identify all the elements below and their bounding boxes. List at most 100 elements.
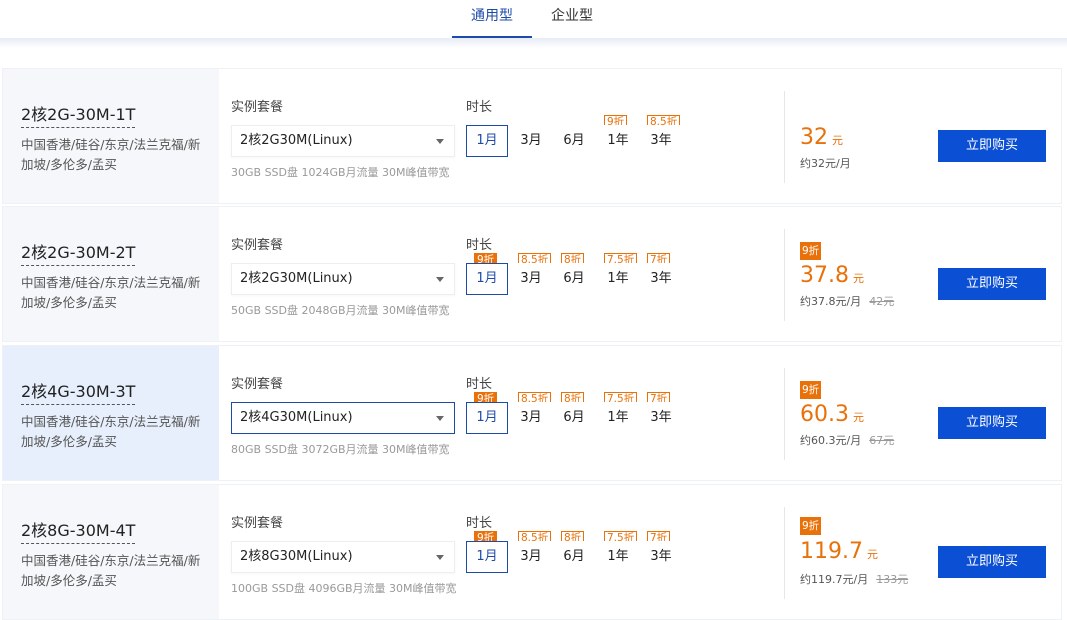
- duration-1y[interactable]: 1年: [597, 263, 639, 295]
- original-price: 133元: [876, 573, 909, 586]
- price-per-month: 约32元/月: [800, 155, 851, 171]
- original-price: 42元: [869, 295, 895, 308]
- tab-general-label: 通用型: [471, 8, 513, 24]
- price: 32 元: [800, 125, 843, 150]
- package-select-value: 2核2G30M(Linux): [240, 133, 353, 148]
- per-month-text: 约32元/月: [800, 157, 851, 170]
- duration-6m[interactable]: 6月: [553, 125, 595, 157]
- duration-3m[interactable]: 3月: [510, 541, 552, 573]
- duration-1y[interactable]: 1年: [597, 541, 639, 573]
- plan-title: 2核2G-30M-1T: [21, 101, 136, 128]
- duration-3y[interactable]: 3年: [640, 263, 682, 295]
- tab-enterprise-label: 企业型: [551, 8, 593, 24]
- duration-1m[interactable]: 1月: [466, 125, 508, 157]
- tabs-bar: 通用型 企业型: [0, 0, 1067, 38]
- tabs-shadow: [0, 38, 1067, 48]
- package-label: 实例套餐: [231, 100, 284, 115]
- package-select-value: 2核8G30M(Linux): [240, 549, 353, 564]
- plan-regions: 中国香港/硅谷/东京/法兰克福/新加坡/多伦多/孟买: [21, 553, 201, 588]
- chevron-down-icon: [436, 277, 444, 282]
- discount-badge: 9折: [800, 517, 822, 535]
- duration-3m[interactable]: 3月: [510, 263, 552, 295]
- divider: [784, 368, 785, 460]
- package-select[interactable]: 2核4G30M(Linux): [231, 402, 455, 434]
- plan-regions: 中国香港/硅谷/东京/法兰克福/新加坡/多伦多/孟买: [21, 414, 201, 449]
- tab-general[interactable]: 通用型: [452, 0, 532, 38]
- price-unit: 元: [832, 134, 843, 147]
- divider: [784, 507, 785, 599]
- duration-6m[interactable]: 6月: [553, 541, 595, 573]
- package-select-value: 2核2G30M(Linux): [240, 271, 353, 286]
- chevron-down-icon: [436, 416, 444, 421]
- duration-3y[interactable]: 3年: [640, 125, 682, 157]
- plan-card-3: 2核4G-30M-3T 中国香港/硅谷/东京/法兰克福/新加坡/多伦多/孟买 实…: [2, 345, 1062, 481]
- price-value: 60.3: [800, 402, 849, 427]
- discount-badge: 9折: [800, 381, 822, 399]
- per-month-text: 约60.3元/月: [800, 434, 862, 447]
- per-month-text: 约119.7元/月: [800, 573, 869, 586]
- duration-options: 1月 3月 6月 1年 3年: [466, 402, 682, 434]
- plan-spec: 30GB SSD盘 1024GB月流量 30M峰值带宽: [231, 166, 450, 179]
- buy-button[interactable]: 立即购买: [938, 546, 1046, 578]
- package-label: 实例套餐: [231, 377, 284, 392]
- price-per-month: 约60.3元/月 67元: [800, 432, 894, 448]
- divider: [784, 229, 785, 321]
- price-per-month: 约119.7元/月 133元: [800, 571, 908, 587]
- duration-1m[interactable]: 1月: [466, 263, 508, 295]
- plan-spec: 50GB SSD盘 2048GB月流量 30M峰值带宽: [231, 304, 450, 317]
- duration-3y[interactable]: 3年: [640, 541, 682, 573]
- price-unit: 元: [852, 411, 864, 424]
- duration-label: 时长: [466, 516, 493, 531]
- duration-1m[interactable]: 1月: [466, 402, 508, 434]
- price-value: 32: [800, 125, 828, 150]
- package-select[interactable]: 2核8G30M(Linux): [231, 541, 455, 573]
- divider: [784, 91, 785, 183]
- duration-3m[interactable]: 3月: [510, 402, 552, 434]
- plan-title: 2核2G-30M-2T: [21, 239, 136, 266]
- buy-button[interactable]: 立即购买: [938, 268, 1046, 300]
- plan-regions: 中国香港/硅谷/东京/法兰克福/新加坡/多伦多/孟买: [21, 137, 201, 172]
- price-unit: 元: [866, 548, 878, 561]
- duration-label: 时长: [466, 377, 493, 392]
- package-label: 实例套餐: [231, 516, 284, 531]
- duration-1y[interactable]: 1年: [597, 402, 639, 434]
- duration-6m[interactable]: 6月: [553, 402, 595, 434]
- price: 37.8 元: [800, 263, 864, 288]
- duration-6m[interactable]: 6月: [553, 263, 595, 295]
- price-value: 37.8: [800, 263, 849, 288]
- plan-spec: 80GB SSD盘 3072GB月流量 30M峰值带宽: [231, 443, 450, 456]
- buy-button[interactable]: 立即购买: [938, 407, 1046, 439]
- plan-spec: 100GB SSD盘 4096GB月流量 30M峰值带宽: [231, 582, 457, 595]
- package-label: 实例套餐: [231, 238, 284, 253]
- plan-regions: 中国香港/硅谷/东京/法兰克福/新加坡/多伦多/孟买: [21, 275, 201, 310]
- plan-title: 2核8G-30M-4T: [21, 517, 136, 544]
- plan-card-1: 2核2G-30M-1T 中国香港/硅谷/东京/法兰克福/新加坡/多伦多/孟买 实…: [2, 68, 1062, 204]
- chevron-down-icon: [436, 139, 444, 144]
- price: 119.7 元: [800, 539, 878, 564]
- duration-1m[interactable]: 1月: [466, 541, 508, 573]
- package-select-value: 2核4G30M(Linux): [240, 410, 353, 425]
- chevron-down-icon: [436, 555, 444, 560]
- package-select[interactable]: 2核2G30M(Linux): [231, 125, 455, 157]
- buy-button[interactable]: 立即购买: [938, 130, 1046, 162]
- duration-options: 1月 3月 6月 1年 3年: [466, 541, 682, 573]
- duration-options: 1月 3月 6月 1年 3年: [466, 125, 682, 157]
- duration-3y[interactable]: 3年: [640, 402, 682, 434]
- plan-card-2: 2核2G-30M-2T 中国香港/硅谷/东京/法兰克福/新加坡/多伦多/孟买 实…: [2, 206, 1062, 342]
- duration-options: 1月 3月 6月 1年 3年: [466, 263, 682, 295]
- package-select[interactable]: 2核2G30M(Linux): [231, 263, 455, 295]
- duration-label: 时长: [466, 238, 493, 253]
- duration-3m[interactable]: 3月: [510, 125, 552, 157]
- price-per-month: 约37.8元/月 42元: [800, 293, 894, 309]
- tab-enterprise[interactable]: 企业型: [532, 0, 612, 38]
- duration-1y[interactable]: 1年: [597, 125, 639, 157]
- price: 60.3 元: [800, 402, 864, 427]
- price-unit: 元: [852, 272, 864, 285]
- plan-card-4: 2核8G-30M-4T 中国香港/硅谷/东京/法兰克福/新加坡/多伦多/孟买 实…: [2, 484, 1062, 620]
- original-price: 67元: [869, 434, 895, 447]
- price-value: 119.7: [800, 539, 863, 564]
- discount-badge: 9折: [800, 242, 822, 260]
- per-month-text: 约37.8元/月: [800, 295, 862, 308]
- plan-title: 2核4G-30M-3T: [21, 378, 136, 405]
- duration-label: 时长: [466, 100, 493, 115]
